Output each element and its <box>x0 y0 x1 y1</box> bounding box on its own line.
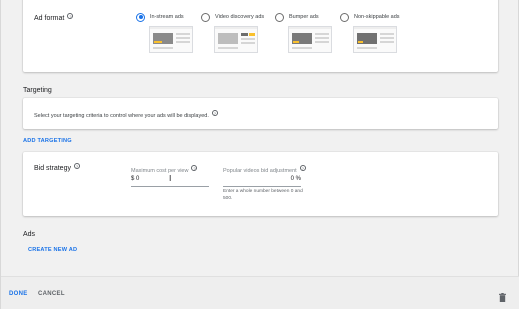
radio-in-stream-ads[interactable]: In-stream ads <box>136 11 184 23</box>
radio-label: Non-skippable ads <box>354 14 400 20</box>
radio-label: In-stream ads <box>150 14 184 20</box>
targeting-heading: Targeting <box>23 87 52 94</box>
targeting-description-text: Select your targeting criteria to contro… <box>34 113 209 119</box>
bid-strategy-title-text: Bid strategy <box>34 165 71 172</box>
add-targeting-button[interactable]: ADD TARGETING <box>23 138 72 144</box>
in-stream-preview-image[interactable] <box>149 26 193 53</box>
radio-unselected-icon[interactable] <box>201 12 210 22</box>
max-cpv-value: $ 0 <box>131 176 140 182</box>
help-icon[interactable]: ? <box>67 13 74 19</box>
popular-videos-label: Popular videos bid adjustment? <box>223 165 306 174</box>
max-cpv-label-text: Maximum cost per view <box>131 168 189 174</box>
cancel-button[interactable]: CANCEL <box>38 291 65 297</box>
radio-video-discovery-ads[interactable]: Video discovery ads <box>201 11 264 23</box>
popular-videos-label-text: Popular videos bid adjustment <box>223 168 297 174</box>
create-new-ad-button[interactable]: CREATE NEW AD <box>28 247 77 253</box>
done-button[interactable]: DONE <box>9 291 28 297</box>
radio-unselected-icon[interactable] <box>340 12 349 22</box>
radio-bumper-ads[interactable]: Bumper ads <box>275 11 319 23</box>
radio-selected-icon[interactable] <box>136 12 145 22</box>
help-icon[interactable]: ? <box>73 163 80 169</box>
ad-format-title: Ad format? <box>34 13 74 22</box>
max-cpv-label: Maximum cost per view? <box>131 165 198 174</box>
targeting-card: Select your targeting criteria to contro… <box>23 98 498 129</box>
text-cursor-icon: I <box>169 174 172 183</box>
help-icon[interactable]: ? <box>191 165 198 171</box>
radio-label: Bumper ads <box>289 14 319 20</box>
ad-format-card: Ad format? In-stream ads Video discovery… <box>23 0 498 72</box>
footer-bar: DONE CANCEL <box>1 276 519 309</box>
page: Ad format? In-stream ads Video discovery… <box>0 0 519 309</box>
help-icon[interactable]: ? <box>211 110 218 116</box>
help-icon[interactable]: ? <box>299 165 306 171</box>
targeting-description: Select your targeting criteria to contro… <box>34 110 218 119</box>
bid-strategy-card: Bid strategy? Maximum cost per view? $ 0… <box>23 152 498 216</box>
radio-label: Video discovery ads <box>215 14 265 20</box>
trash-icon[interactable] <box>499 289 506 302</box>
popular-videos-input[interactable]: 0 % <box>223 176 301 187</box>
bumper-preview-image[interactable] <box>288 26 332 53</box>
video-discovery-preview-image[interactable] <box>214 26 258 53</box>
ads-heading: Ads <box>23 231 36 238</box>
non-skippable-preview-image[interactable] <box>353 26 397 53</box>
ad-format-title-text: Ad format <box>34 15 65 22</box>
radio-non-skippable-ads[interactable]: Non-skippable ads <box>340 11 400 23</box>
radio-unselected-icon[interactable] <box>275 12 284 22</box>
popular-videos-value: 0 % <box>290 176 301 182</box>
popular-videos-helper: Enter a whole number between 0 and 500. <box>223 189 303 201</box>
bid-strategy-title: Bid strategy? <box>34 163 80 172</box>
